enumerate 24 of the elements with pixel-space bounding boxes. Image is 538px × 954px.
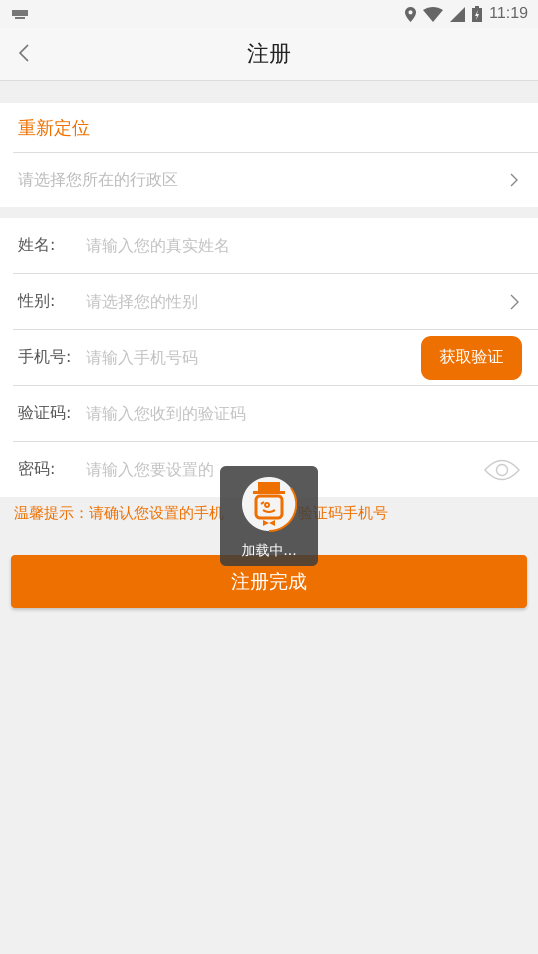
field-label: 验证码: (18, 403, 72, 424)
field-label: 性别: (18, 291, 56, 312)
back-icon (18, 44, 30, 62)
input-field[interactable]: 请输入您收到的验证码 (86, 404, 520, 423)
input-field[interactable]: 请输入手机号码 (86, 348, 421, 367)
wifi-icon (423, 6, 444, 22)
field-label: 姓名: (18, 235, 56, 256)
status-time: 11:19 (489, 5, 528, 23)
region-selector[interactable]: 请选择您所在的行政区 (13, 153, 538, 207)
mascot-icon (241, 476, 297, 532)
input-field[interactable]: 请选择您的性别 (86, 292, 510, 311)
relocate-link[interactable]: 重新定位 (13, 103, 538, 153)
location-icon (405, 6, 416, 22)
page-title: 注册 (247, 41, 291, 69)
get-code-button[interactable]: 获取验证 (421, 336, 522, 380)
signal-icon (450, 6, 466, 22)
keyboard-icon (12, 10, 28, 18)
input-field[interactable]: 请输入您要设置的 (86, 460, 484, 479)
battery-icon (472, 6, 482, 22)
input-field[interactable]: 请输入您的真实姓名 (86, 236, 520, 255)
chevron-icon (510, 294, 520, 310)
field-label: 手机号: (18, 347, 72, 368)
field-label: 密码: (18, 459, 56, 480)
chevron-icon (510, 173, 518, 187)
